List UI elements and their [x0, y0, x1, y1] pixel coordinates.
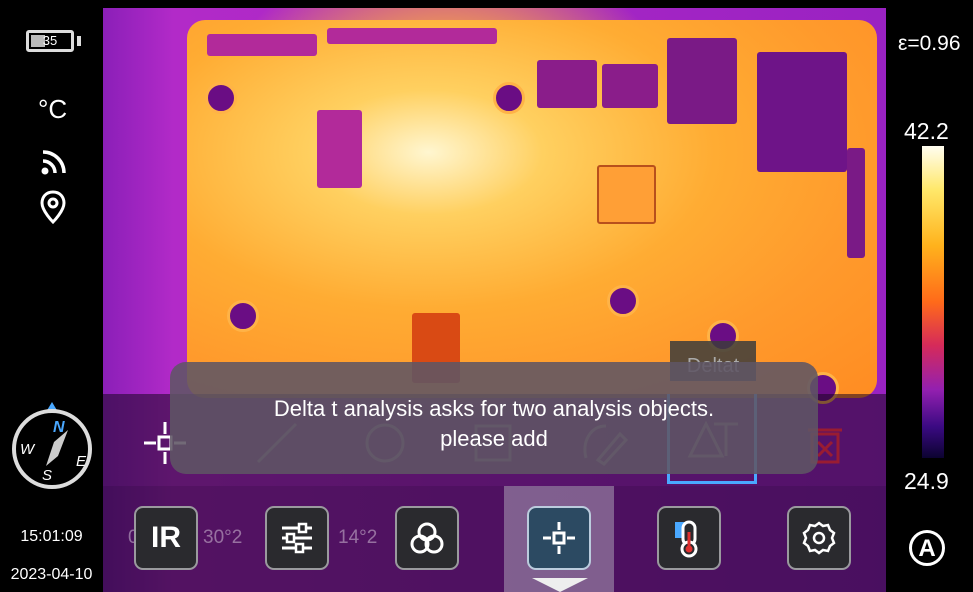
circuit-board: [187, 20, 877, 404]
adjust-button[interactable]: [265, 506, 329, 570]
mount-hole: [205, 82, 237, 114]
port: [667, 38, 737, 124]
gear-icon: [802, 521, 836, 555]
collapse-arrow-icon[interactable]: [530, 578, 590, 592]
date-display: 2023-04-10: [10, 566, 93, 583]
sliders-icon: [282, 522, 312, 554]
mount-hole: [493, 82, 525, 114]
ir-mode-button[interactable]: IR: [134, 506, 198, 570]
temperature-unit[interactable]: °C: [38, 94, 67, 125]
battery-icon: 35: [26, 30, 74, 52]
compass-n: N: [53, 419, 65, 436]
location-icon: [40, 190, 66, 224]
temp-max[interactable]: 42.2: [904, 118, 949, 145]
mount-hole: [607, 285, 639, 317]
ethernet-port: [757, 52, 847, 172]
compass-icon: N W S E: [12, 402, 92, 489]
connector: [847, 148, 865, 258]
chip: [597, 165, 656, 224]
fusion-mode-button[interactable]: [395, 506, 459, 570]
thermometer-button[interactable]: [657, 506, 721, 570]
toast-line-1: Delta t analysis asks for two analysis o…: [273, 396, 715, 421]
battery-level: 35: [42, 33, 58, 48]
wifi-icon: [41, 150, 66, 175]
port: [602, 64, 658, 108]
color-palette-bar[interactable]: [922, 146, 944, 458]
partial-reading: 30°2: [203, 527, 243, 548]
partial-reading: 14°2: [338, 527, 378, 548]
mount-hole: [227, 300, 259, 332]
ir-label: IR: [151, 521, 181, 554]
battery-tip: [77, 36, 81, 46]
time-display: 15:01:09: [20, 528, 83, 545]
analysis-tools-button[interactable]: [527, 506, 591, 570]
crosshair-icon: [543, 522, 575, 554]
connector: [207, 34, 317, 56]
connector: [327, 28, 497, 44]
toast-message: Delta t analysis asks for two analysis o…: [170, 362, 818, 474]
port: [537, 60, 597, 108]
component: [317, 110, 362, 188]
compass-e: E: [76, 453, 87, 470]
thermometer-icon: [675, 520, 698, 558]
temp-min[interactable]: 24.9: [904, 468, 949, 495]
toast-line-2: please add: [440, 426, 548, 451]
settings-button[interactable]: [787, 506, 851, 570]
left-status-bar: [0, 0, 103, 592]
fusion-icon: [410, 522, 444, 554]
compass-s: S: [42, 467, 52, 484]
compass-w: W: [20, 441, 36, 458]
emissivity-value[interactable]: ε=0.96: [898, 32, 961, 56]
auto-range-button[interactable]: A: [909, 530, 945, 566]
